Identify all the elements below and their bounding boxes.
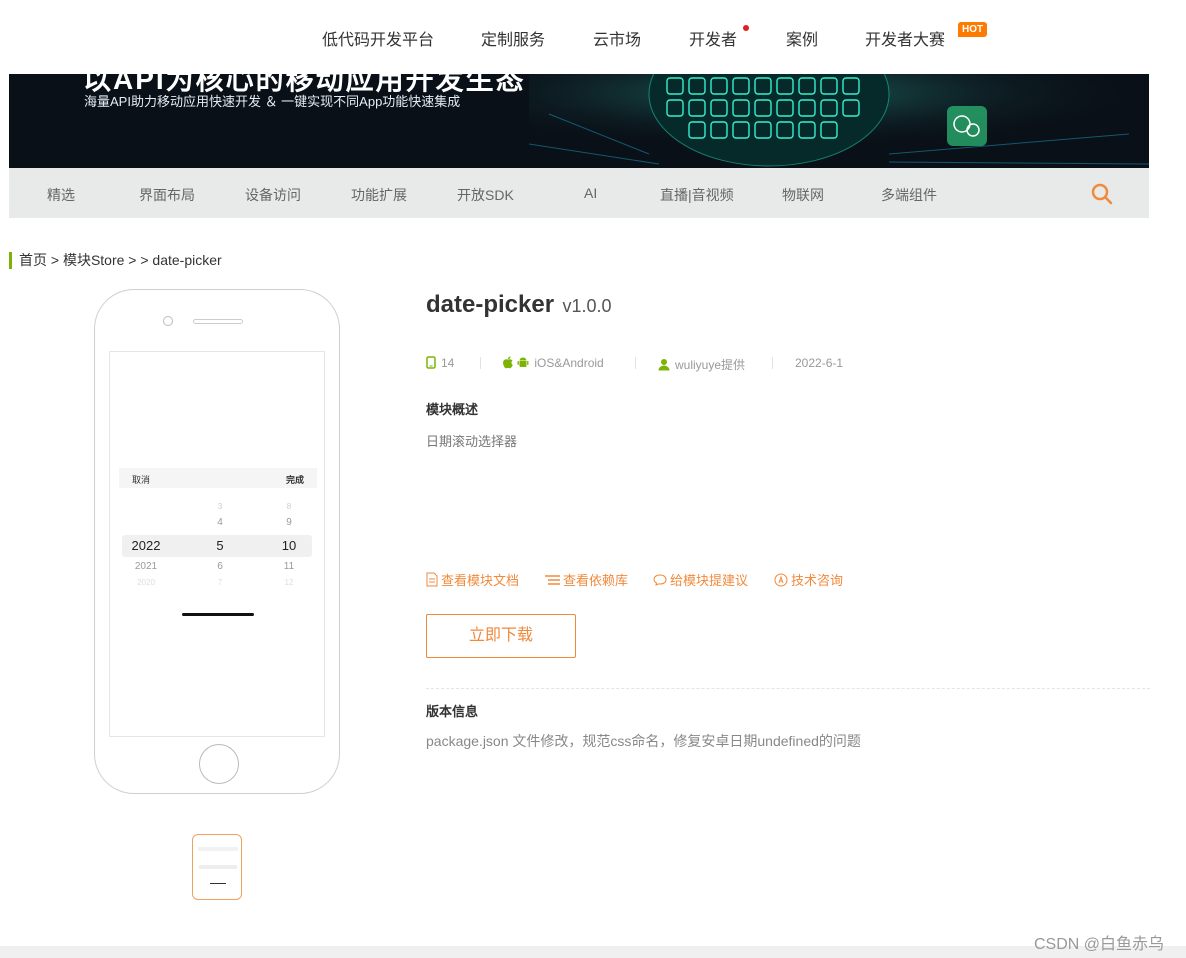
android-icon xyxy=(517,357,529,367)
cat-layout[interactable]: 界面布局 xyxy=(139,185,195,205)
module-version: v1.0.0 xyxy=(562,296,612,316)
hot-badge: HOT xyxy=(958,22,988,37)
view-docs-label: 查看模块文档 xyxy=(441,573,520,588)
overview-text: 日期滚动选择器 xyxy=(426,434,518,449)
download-count: 14 xyxy=(426,356,454,370)
platform-value: iOS&Android xyxy=(534,356,604,370)
nav-lowcode[interactable]: 低代码开发平台 xyxy=(322,26,434,50)
list-icon xyxy=(545,574,560,585)
meta-separator xyxy=(480,357,481,369)
preview-screen: 取消 完成 2022 2021 2020 3 4 5 6 7 8 9 10 11… xyxy=(109,351,325,737)
download-count-value: 14 xyxy=(441,356,455,370)
view-docs-link[interactable]: 查看模块文档 xyxy=(426,570,519,589)
comment-icon xyxy=(653,574,667,586)
cat-iot[interactable]: 物联网 xyxy=(782,185,824,205)
cat-extension[interactable]: 功能扩展 xyxy=(351,185,407,205)
picker-day-selected: 10 xyxy=(281,538,297,553)
picker-day: 12 xyxy=(284,578,294,587)
picker-month: 3 xyxy=(217,502,223,511)
top-nav: 低代码开发平台 定制服务 云市场 开发者 案例 开发者大赛 HOT xyxy=(0,0,1186,74)
support-icon xyxy=(774,573,788,586)
picker-year: 2020 xyxy=(137,578,155,587)
section-divider xyxy=(426,688,1150,689)
module-name: date-picker xyxy=(426,291,555,318)
nav-developer[interactable]: 开发者 xyxy=(689,26,737,50)
picker-day: 9 xyxy=(286,517,292,528)
home-indicator xyxy=(182,613,254,616)
thumb-header xyxy=(198,847,238,851)
nav-custom-service[interactable]: 定制服务 xyxy=(481,26,545,50)
nav-cases[interactable]: 案例 xyxy=(786,26,818,50)
version-heading: 版本信息 xyxy=(426,704,479,719)
overview-heading: 模块概述 xyxy=(426,402,479,417)
platform: iOS&Android xyxy=(502,356,604,370)
cat-live-video[interactable]: 直播|音视频 xyxy=(660,185,734,205)
watermark: CSDN @白鱼赤乌 xyxy=(1034,936,1165,953)
picker-header: 取消 完成 xyxy=(119,468,317,488)
picker-month: 7 xyxy=(217,578,223,587)
cat-multi-platform[interactable]: 多端组件 xyxy=(881,185,937,205)
picker-day: 8 xyxy=(286,502,292,511)
footer-strip xyxy=(0,946,1186,958)
banner-graphic xyxy=(529,74,1149,168)
nav-cloud-market[interactable]: 云市场 xyxy=(593,26,641,50)
search-icon[interactable] xyxy=(1090,182,1114,206)
author: wuliyuye提供 xyxy=(658,356,745,373)
picker-day: 11 xyxy=(283,561,295,572)
document-icon xyxy=(426,572,438,587)
view-deps-link[interactable]: 查看依赖库 xyxy=(545,570,628,589)
download-button[interactable]: 立即下载 xyxy=(426,614,576,658)
suggest-link[interactable]: 给模块提建议 xyxy=(653,570,748,589)
notification-dot xyxy=(743,25,749,31)
publish-date: 2022-6-1 xyxy=(795,356,844,370)
module-title: date-picker v1.0.0 xyxy=(426,291,612,319)
cat-featured[interactable]: 精选 xyxy=(47,185,75,205)
cat-device[interactable]: 设备访问 xyxy=(245,185,301,205)
thumb-selection xyxy=(199,865,237,869)
picker-year-selected: 2022 xyxy=(131,538,161,553)
cat-sdk[interactable]: 开放SDK xyxy=(457,185,514,205)
consult-link[interactable]: 技术咨询 xyxy=(774,570,843,589)
banner-subtitle: 海量API助力移动应用快速开发 ＆ 一键实现不同App功能快速集成 xyxy=(84,94,461,109)
phone-speaker xyxy=(193,319,243,324)
view-deps-label: 查看依赖库 xyxy=(563,573,629,588)
phone-icon xyxy=(426,356,436,369)
cat-ai[interactable]: AI xyxy=(584,185,597,201)
meta-separator xyxy=(772,357,773,369)
version-notes: package.json 文件修改，规范css命名，修复安卓日期undefine… xyxy=(426,733,861,749)
picker-done: 完成 xyxy=(285,475,304,485)
picker-cancel: 取消 xyxy=(132,475,151,485)
phone-home-button xyxy=(199,744,239,784)
suggest-label: 给模块提建议 xyxy=(670,573,749,588)
meta-separator xyxy=(635,357,636,369)
thumb-bar xyxy=(210,883,226,884)
author-value: wuliyuye提供 xyxy=(675,358,746,372)
phone-preview: 取消 完成 2022 2021 2020 3 4 5 6 7 8 9 10 11… xyxy=(94,289,340,794)
picker-month: 4 xyxy=(217,517,223,528)
consult-label: 技术咨询 xyxy=(791,573,844,588)
banner[interactable]: 以API为核心的移动应用开发生态 海量API助力移动应用快速开发 ＆ 一键实现不… xyxy=(9,74,1149,168)
apple-icon xyxy=(503,356,513,369)
nav-contest[interactable]: 开发者大赛 xyxy=(865,26,945,50)
picker-year: 2021 xyxy=(134,561,158,572)
user-icon xyxy=(658,359,670,371)
phone-camera xyxy=(163,316,173,326)
picker-month-selected: 5 xyxy=(216,538,224,553)
picker-month: 6 xyxy=(217,561,223,572)
category-bar: 精选 界面布局 设备访问 功能扩展 开放SDK AI 直播|音视频 物联网 多端… xyxy=(9,168,1149,218)
breadcrumb[interactable]: 首页 > 模块Store > > date-picker xyxy=(9,252,222,269)
preview-thumbnail[interactable] xyxy=(192,834,242,900)
